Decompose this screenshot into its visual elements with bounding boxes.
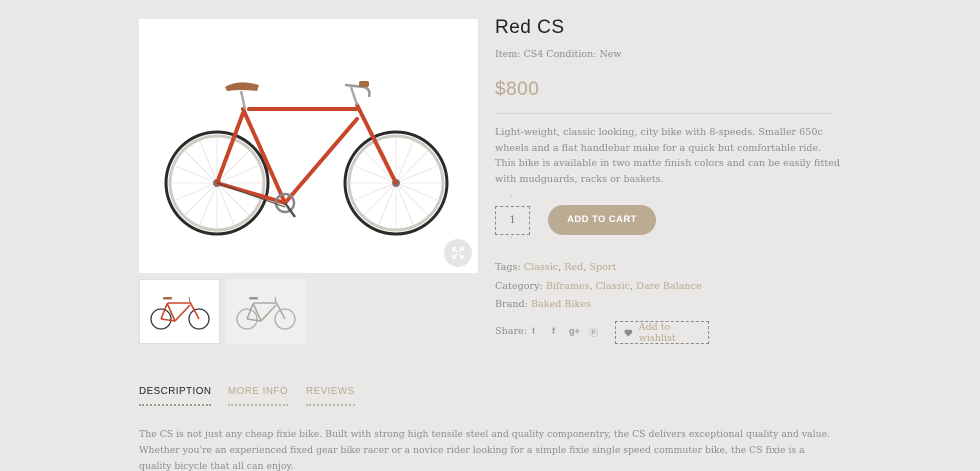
brand-row: Brand: Baked Bikes (495, 299, 591, 310)
item-label: Item: (495, 49, 521, 60)
share-icons: 𝐭 f g+ Ⓟ (529, 326, 598, 339)
category-link[interactable]: Classic (596, 281, 630, 292)
add-to-wishlist-button[interactable]: Add to wishlist (615, 321, 709, 344)
brand-link[interactable]: Baked Bikes (531, 299, 591, 310)
item-value: CS4 (523, 49, 544, 60)
tag-link[interactable]: Sport (589, 262, 616, 273)
tag-link[interactable]: Red (564, 262, 583, 273)
tag-link[interactable]: Classic (524, 262, 558, 273)
category-label: Category: (495, 281, 543, 292)
condition-value: New (599, 49, 622, 60)
tab-description[interactable]: DESCRIPTION (139, 386, 212, 406)
product-meta: Item: CS4 Condition: New (495, 49, 622, 60)
tags-label: Tags: (495, 262, 521, 273)
red-bike-image (164, 81, 449, 236)
category-link[interactable]: Biframes (546, 281, 590, 292)
pinterest-icon[interactable]: Ⓟ (589, 326, 598, 339)
quantity-input[interactable]: 1 (495, 206, 530, 235)
product-short-description: Light-weight, classic looking, city bike… (495, 127, 840, 186)
twitter-icon[interactable]: 𝐭 (529, 326, 538, 339)
google-plus-icon[interactable]: g+ (569, 326, 580, 339)
expand-icon (452, 247, 464, 259)
grey-bike-thumbnail[interactable] (225, 279, 306, 344)
condition-label: Condition: (546, 49, 597, 60)
red-bike-thumbnail-image (149, 296, 210, 330)
long-description: The CS is not just any cheap fixie bike.… (139, 429, 831, 471)
brand-label: Brand: (495, 299, 528, 310)
facebook-icon[interactable]: f (549, 326, 558, 339)
product-main-image[interactable] (139, 19, 478, 273)
wishlist-label: Add to wishlist (638, 321, 676, 344)
add-to-cart-button[interactable]: ADD TO CART (548, 205, 656, 235)
category-row: Category: Biframes, Classic, Dare Balanc… (495, 281, 702, 292)
share-label: Share: (495, 326, 527, 337)
category-link[interactable]: Dare Balance (636, 281, 702, 292)
heart-icon (624, 329, 633, 336)
price-divider (495, 113, 833, 114)
red-bike-thumbnail[interactable] (139, 279, 220, 344)
chevron-down-icon[interactable]: ˅ (509, 236, 513, 245)
grey-bike-thumbnail-image (235, 296, 296, 330)
chevron-up-icon[interactable]: ˄ (509, 195, 513, 204)
tags-row: Tags: Classic, Red, Sport (495, 262, 617, 273)
tab-reviews[interactable]: REVIEWS (306, 386, 355, 406)
tab-more-info[interactable]: MORE INFO (228, 386, 289, 406)
product-price: $800 (495, 79, 540, 100)
zoom-button[interactable] (444, 239, 472, 267)
product-title: Red CS (495, 17, 565, 38)
